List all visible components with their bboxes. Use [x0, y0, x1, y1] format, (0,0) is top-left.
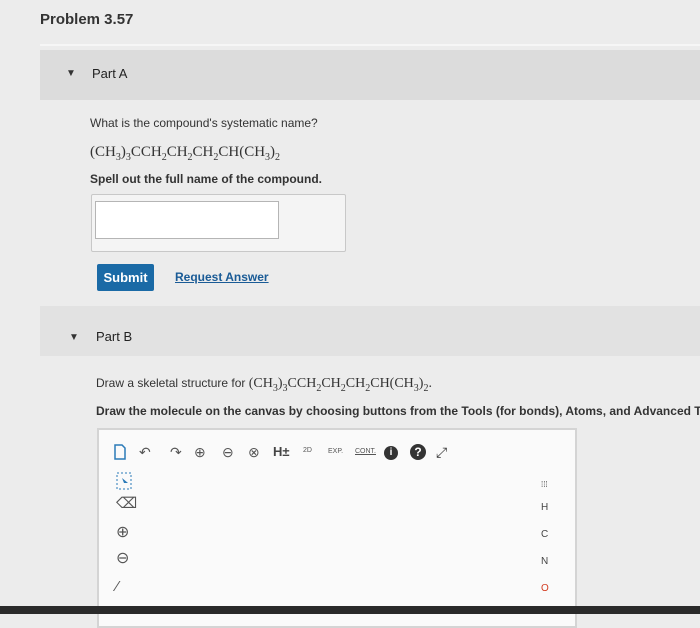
collapse-caret-icon[interactable]: ▼ — [66, 68, 76, 79]
periodic-table-icon[interactable]: ⁞⁞⁞ — [541, 480, 548, 489]
answer-input[interactable] — [95, 201, 279, 239]
atom-h-button[interactable]: H — [541, 502, 548, 513]
single-bond-icon[interactable]: ⁄ — [116, 578, 119, 595]
undo-icon[interactable]: ↶ — [139, 444, 151, 461]
2d-toggle[interactable]: 2D — [303, 447, 312, 454]
compound-formula: (CH3)3CCH2CH2CH2CH(CH3)2. — [248, 376, 432, 394]
eraser-icon[interactable]: ⌫ — [116, 494, 137, 512]
positive-charge-icon[interactable]: ⊕ — [116, 522, 129, 542]
drawing-canvas[interactable] — [97, 428, 577, 628]
fullscreen-icon[interactable]: ⤢ — [436, 444, 447, 461]
compound-formula: (CH3)3CCH2CH2CH2CH(CH3)2 — [90, 144, 281, 163]
part-b-header[interactable] — [40, 306, 700, 356]
zoom-out-icon[interactable]: ⊖ — [222, 444, 234, 461]
part-a-header[interactable] — [40, 50, 700, 100]
answer-instruction: Spell out the full name of the compound. — [90, 172, 322, 186]
atom-n-button[interactable]: N — [541, 556, 548, 567]
clear-icon[interactable]: ⊗ — [248, 444, 260, 461]
draw-prompt-text: Draw a skeletal structure for — [96, 376, 246, 390]
draw-prompt: Draw a skeletal structure for (CH3)3CCH2… — [96, 376, 432, 394]
negative-charge-icon[interactable]: ⊖ — [116, 548, 129, 568]
request-answer-link[interactable]: Request Answer — [175, 270, 269, 284]
collapse-caret-icon[interactable]: ▼ — [69, 332, 79, 343]
part-a-label: Part A — [92, 66, 128, 81]
redo-icon[interactable]: ↷ — [170, 444, 182, 461]
part-b-label: Part B — [96, 329, 133, 344]
atom-o-button[interactable]: O — [541, 583, 549, 594]
submit-button[interactable]: Submit — [97, 264, 154, 291]
new-document-icon[interactable] — [112, 444, 128, 460]
atom-c-button[interactable]: C — [541, 529, 548, 540]
help-icon[interactable]: ? — [410, 444, 426, 460]
hydrogen-toggle[interactable]: H± — [273, 444, 290, 459]
divider — [40, 44, 700, 46]
info-icon[interactable]: i — [384, 446, 398, 460]
drawing-instruction: Draw the molecule on the canvas by choos… — [96, 404, 700, 418]
zoom-in-icon[interactable]: ⊕ — [194, 444, 206, 461]
question-text: What is the compound's systematic name? — [90, 116, 318, 130]
bottom-edge — [0, 606, 700, 614]
contract-button[interactable]: CONT. — [355, 448, 376, 455]
expand-button[interactable]: EXP. — [328, 448, 343, 455]
selection-tool-icon[interactable] — [116, 472, 132, 490]
problem-title: Problem 3.57 — [40, 11, 134, 28]
